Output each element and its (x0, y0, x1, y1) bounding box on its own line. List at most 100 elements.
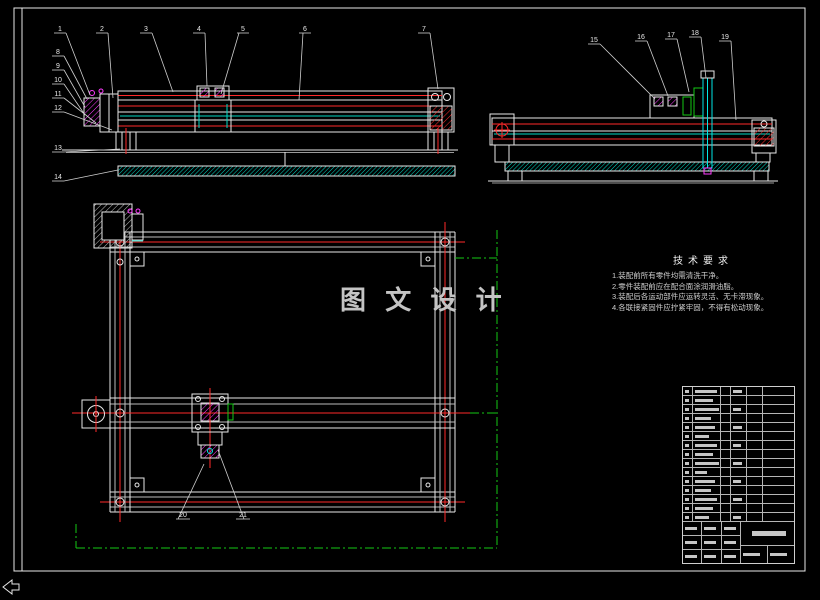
balloon-number: 14 (54, 174, 62, 181)
parts-list-cell (747, 396, 763, 404)
plan-y-motor (93, 203, 144, 266)
title-block-right (741, 522, 794, 563)
parts-list-cell (693, 441, 721, 449)
balloon-number: 17 (667, 32, 675, 39)
parts-list-cell (731, 513, 747, 521)
parts-list-row (683, 405, 794, 414)
parts-list-cell (693, 495, 721, 503)
tech-requirements-line: 1.装配前所有零件均需清洗干净。 (612, 271, 724, 280)
parts-list-cell (731, 459, 747, 467)
parts-list-cell (721, 513, 731, 521)
parts-list-cell (683, 450, 693, 458)
phantom-lines (75, 230, 498, 549)
parts-list-cell (747, 486, 763, 494)
parts-list-cell (683, 495, 693, 503)
parts-list-cell (763, 459, 794, 467)
parts-list-cell (731, 441, 747, 449)
parts-list-cell (721, 486, 731, 494)
parts-list-cell (731, 405, 747, 413)
side-carriage (649, 87, 704, 119)
parts-list-cell (721, 405, 731, 413)
parts-list-cell (747, 468, 763, 476)
parts-list-row (683, 459, 794, 468)
balloon-number: 12 (54, 105, 62, 112)
parts-list-cell (731, 423, 747, 431)
title-block-cell (683, 522, 703, 535)
parts-list-cell (721, 432, 731, 440)
parts-list-cell (731, 504, 747, 512)
parts-list-cell (683, 423, 693, 431)
parts-list-cell (747, 459, 763, 467)
parts-list-cell (731, 414, 747, 422)
parts-list-cell (693, 468, 721, 476)
parts-list-cell (683, 477, 693, 485)
parts-list-cell (747, 423, 763, 431)
parts-list-table (682, 386, 795, 564)
title-block-cell (722, 536, 740, 549)
side-end-block-left (489, 113, 515, 163)
parts-list-cell (747, 441, 763, 449)
parts-list-cell (683, 405, 693, 413)
parts-list-cell (683, 486, 693, 494)
parts-list-cell (693, 450, 721, 458)
parts-list-cell (683, 414, 693, 422)
parts-list-cell (763, 441, 794, 449)
cad-drawing-canvas[interactable]: 1 2 3 4 5 6 7 8 9 10 11 12 13 14 15 16 1… (0, 0, 820, 600)
parts-list-cell (683, 432, 693, 440)
parts-list-rows (683, 387, 794, 522)
parts-list-cell (721, 495, 731, 503)
parts-list-row (683, 414, 794, 423)
parts-list-cell (683, 459, 693, 467)
parts-list-cell (731, 432, 747, 440)
parts-list-cell (763, 495, 794, 503)
parts-list-cell (747, 504, 763, 512)
parts-list-cell (747, 414, 763, 422)
parts-list-cell (763, 387, 794, 395)
parts-list-cell (747, 432, 763, 440)
parts-list-cell (683, 387, 693, 395)
parts-list-cell (693, 477, 721, 485)
parts-list-cell (721, 396, 731, 404)
parts-list-cell (693, 405, 721, 413)
parts-list-cell (693, 396, 721, 404)
parts-list-cell (683, 396, 693, 404)
parts-list-cell (747, 405, 763, 413)
parts-list-cell (763, 432, 794, 440)
tech-requirements-line: 3.装配后各运动部件应运转灵活、无卡滞现象。 (612, 292, 769, 301)
parts-list-cell (731, 477, 747, 485)
parts-list-cell (721, 387, 731, 395)
parts-list-cell (693, 459, 721, 467)
parts-list-cell (721, 441, 731, 449)
technical-requirements: 技术要求 1.装配前所有零件均需清洗干净。 2.零件装配前应在配合面涂润滑油脂。… (612, 252, 794, 313)
parts-list-cell (763, 477, 794, 485)
parts-list-cell (721, 459, 731, 467)
tech-requirements-title: 技术要求 (673, 256, 733, 267)
parts-list-cell (731, 387, 747, 395)
platform-hatch (504, 161, 770, 172)
balloon-number: 6 (303, 26, 307, 33)
parts-list-row (683, 513, 794, 522)
parts-list-row (683, 504, 794, 513)
parts-list-cell (693, 504, 721, 512)
parts-list-row (683, 423, 794, 432)
parts-list-cell (721, 450, 731, 458)
parts-list-cell (693, 486, 721, 494)
balloon-number: 19 (721, 34, 729, 41)
parts-list-cell (763, 414, 794, 422)
title-block-cell (722, 550, 740, 563)
balloon-number: 7 (422, 26, 426, 33)
parts-list-cell (693, 432, 721, 440)
balloon-number: 11 (54, 91, 61, 98)
parts-list-cell (731, 486, 747, 494)
parts-list-cell (731, 450, 747, 458)
title-block-cell (702, 536, 722, 549)
parts-list-cell (721, 504, 731, 512)
parts-list-cell (747, 450, 763, 458)
parts-list-cell (747, 495, 763, 503)
parts-list-cell (693, 387, 721, 395)
title-block-cell (702, 522, 722, 535)
ucs-arrow-icon (2, 578, 20, 596)
parts-list-row (683, 396, 794, 405)
balloon-number: 8 (56, 49, 60, 56)
plan-beam-motor (81, 396, 111, 432)
